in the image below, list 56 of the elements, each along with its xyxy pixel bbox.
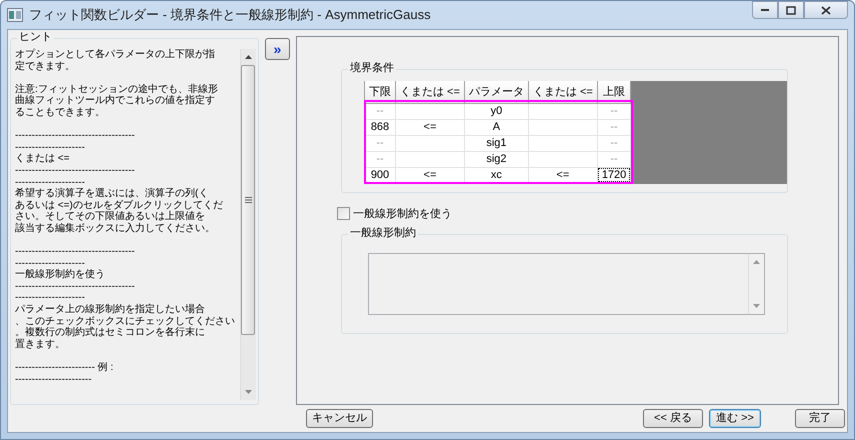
scroll-thumb[interactable] [241, 65, 256, 335]
expand-button[interactable]: » [264, 38, 290, 60]
window-title: フィット関数ビルダー - 境界条件と一般線形制約 - AsymmetricGauss [29, 6, 431, 24]
table-cell: A [464, 119, 528, 135]
hint-text: ------------------------------------ [15, 280, 136, 292]
wizard-button[interactable]: << 戻る [643, 409, 703, 428]
wizard-button[interactable]: 進む >> [709, 409, 761, 428]
hint-text: 該当する編集ボックスに入力してください。 [15, 222, 216, 234]
hint-text: 置きます。 [15, 338, 66, 350]
table-cell: <= [396, 119, 464, 135]
table-cell: sig1 [464, 135, 528, 151]
hint-text: オプションとして各パラメータの上下限が指 [15, 49, 216, 60]
table-cell: y0 [464, 103, 528, 119]
table-cell[interactable]: 868 [364, 119, 396, 135]
close-button[interactable] [804, 1, 848, 19]
up-arrow-icon[interactable] [244, 55, 252, 59]
table-cell: sig2 [464, 151, 528, 167]
wizard-button[interactable]: 完了 [795, 409, 845, 428]
wizard-button[interactable]: キャンセル [306, 409, 373, 428]
hint-text: 希望する演算子を選ぶには、演算子の列(く [15, 188, 210, 200]
hint-text: --------------------- [15, 292, 86, 304]
hint-text: ----------------------- [15, 374, 93, 386]
scrollbar[interactable] [240, 49, 256, 400]
hint-text: 、このチェックボックスにチェックしてください [15, 316, 236, 327]
hint-text: --------------------- [15, 142, 86, 154]
hint-text: --------------------- [15, 176, 86, 188]
hint-text: さい。そしてその下限値あるいは上限値を [15, 211, 206, 222]
hint-text: ------------------------------------ [15, 164, 136, 177]
column-header[interactable]: くまたは <= [396, 81, 464, 103]
hint-text: ------------------------ 例 : [15, 362, 114, 374]
hint-text: ------------------------------------ [15, 130, 136, 142]
column-header[interactable]: くまたは <= [528, 81, 598, 103]
hint-text: 一般線形制約を使う [15, 269, 106, 281]
group-title: 境界条件 [348, 62, 396, 75]
hint-text: ------------------------------------ [15, 246, 136, 258]
hint-text: 定できます。 [15, 60, 76, 72]
hint-text: ることもできます。 [15, 106, 106, 119]
grip-icon [244, 197, 252, 203]
hint-text: あるいは <=)のセルをダブルクリックしてくだ [15, 200, 224, 211]
hint-text: 曲線フィットツール内でこれらの値を指定す [15, 95, 216, 107]
column-header[interactable]: 下限 [364, 81, 396, 103]
maximize-button[interactable] [778, 1, 804, 19]
panel-title: ヒント [17, 31, 54, 44]
hint-text: 注意:フィットセッションの途中でも、非線形 [15, 84, 219, 95]
group-title: 一般線形制約 [348, 227, 418, 240]
hint-text: パラメータ上の線形制約を指定したい場合 [15, 304, 206, 316]
down-arrow-icon[interactable] [244, 390, 252, 394]
hint-text: --------------------- [15, 258, 86, 269]
hint-text: 。複数行の制約式はセミコロンを各行末に [15, 327, 206, 338]
table-cell[interactable]: 1720 [597, 167, 631, 183]
hint-text: くまたは <= [15, 153, 70, 165]
window-icon [7, 8, 23, 22]
close-icon [821, 6, 831, 14]
maximize-icon [786, 6, 796, 14]
minimize-button[interactable] [752, 1, 778, 19]
minimize-icon [760, 8, 770, 12]
